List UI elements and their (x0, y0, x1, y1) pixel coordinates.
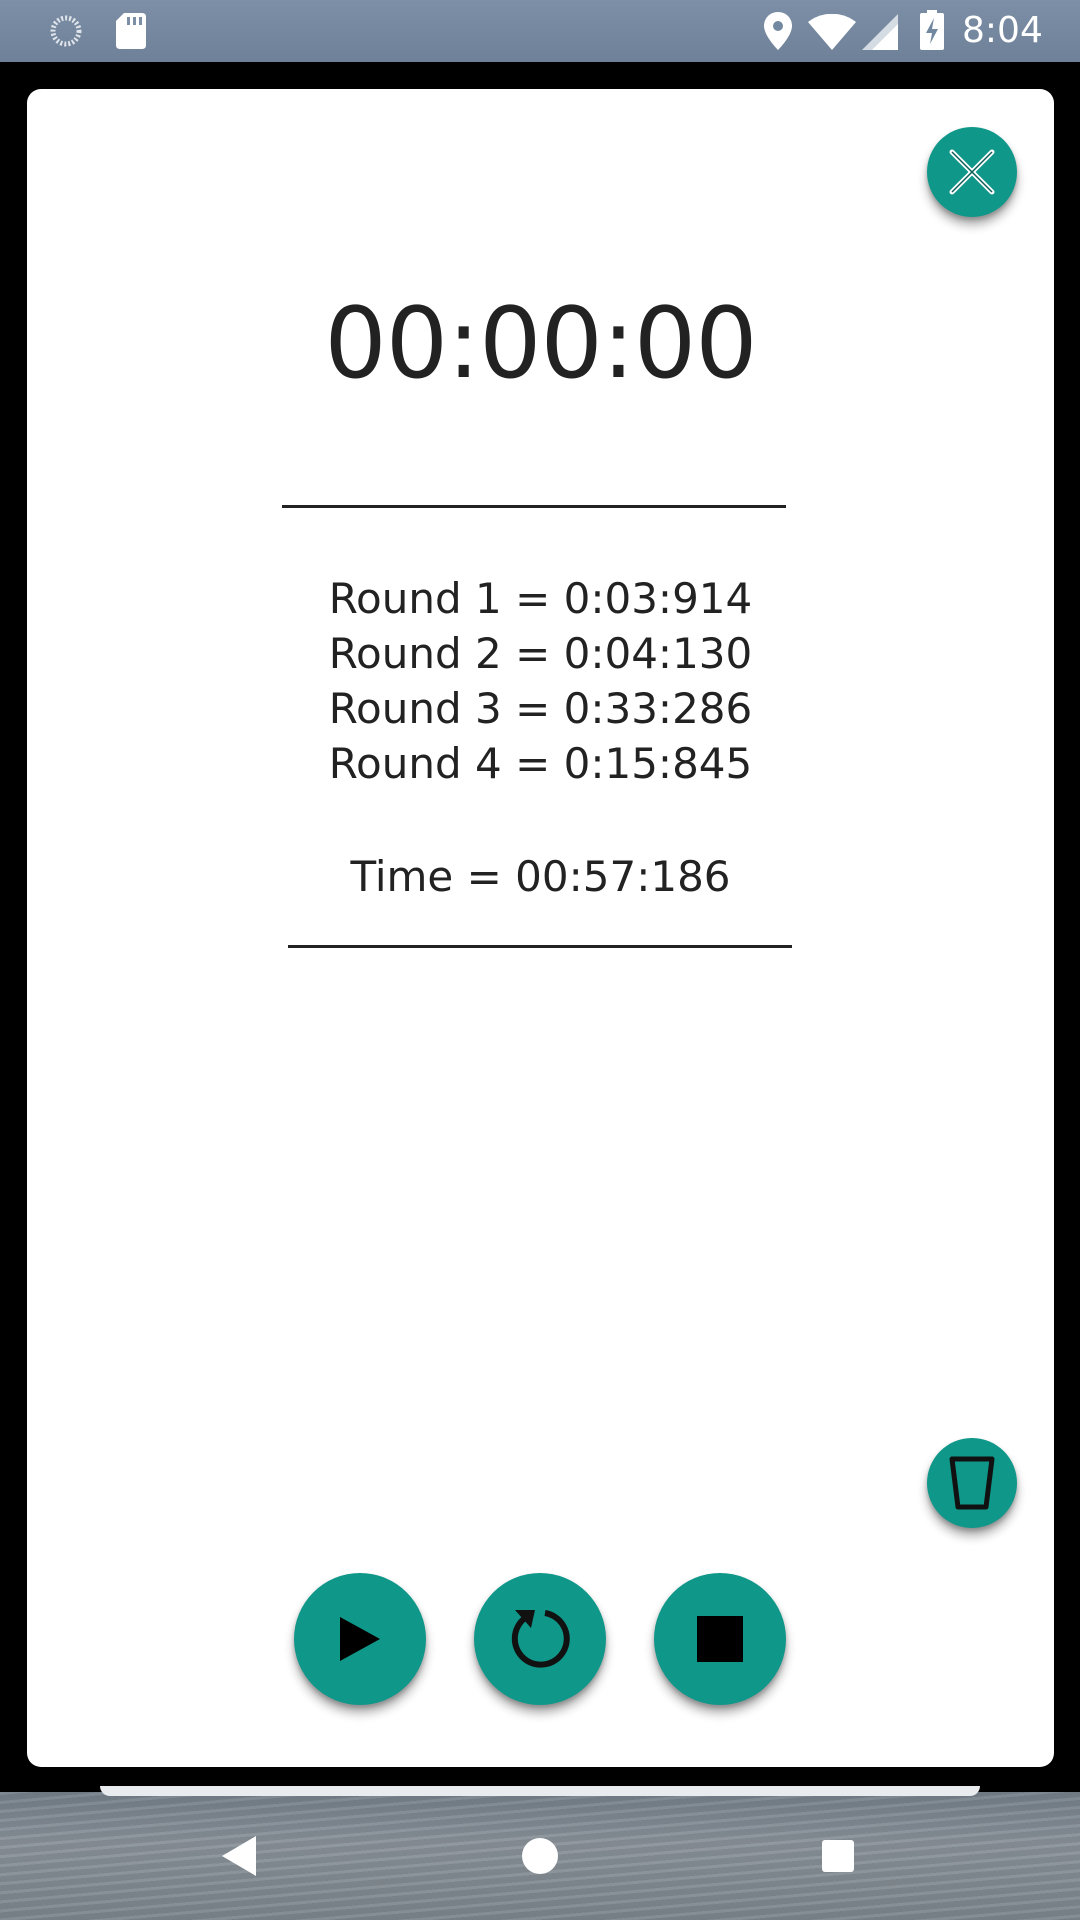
home-icon[interactable] (522, 1838, 558, 1874)
rounds-list: Round 1 = 0:03:914 Round 2 = 0:04:130 Ro… (27, 571, 1054, 791)
restart-icon (511, 1610, 570, 1668)
play-button[interactable] (294, 1573, 426, 1705)
stopwatch-dialog: 00:00:00 Round 1 = 0:03:914 Round 2 = 0:… (27, 89, 1054, 1767)
battery-charging-icon (920, 10, 944, 50)
wifi-icon (808, 14, 856, 50)
location-icon (764, 12, 792, 50)
status-bar: 8:04 (0, 0, 1080, 62)
close-icon (949, 149, 995, 195)
trash-icon (949, 1456, 995, 1510)
divider-bottom (288, 945, 792, 948)
signal-icon (862, 14, 898, 50)
round-entry: Round 3 = 0:33:286 (328, 684, 753, 733)
round-entry: Round 4 = 0:15:845 (328, 739, 753, 788)
sd-card-icon (116, 13, 146, 49)
sync-icon (50, 15, 82, 47)
recents-icon[interactable] (822, 1840, 854, 1872)
stop-icon (697, 1616, 743, 1662)
status-time: 8:04 (962, 10, 1043, 51)
background-card-edge (100, 1786, 980, 1796)
round-entry: Round 2 = 0:04:130 (328, 629, 753, 678)
stop-button[interactable] (654, 1573, 786, 1705)
timer-display: 00:00:00 (324, 287, 757, 401)
round-entry: Round 1 = 0:03:914 (328, 574, 753, 623)
restart-button[interactable] (474, 1573, 606, 1705)
play-icon (340, 1617, 380, 1661)
delete-button[interactable] (927, 1438, 1017, 1528)
close-button[interactable] (927, 127, 1017, 217)
divider-top (282, 505, 786, 508)
total-time: Time = 00:57:186 (350, 852, 731, 901)
back-icon[interactable] (222, 1836, 258, 1876)
